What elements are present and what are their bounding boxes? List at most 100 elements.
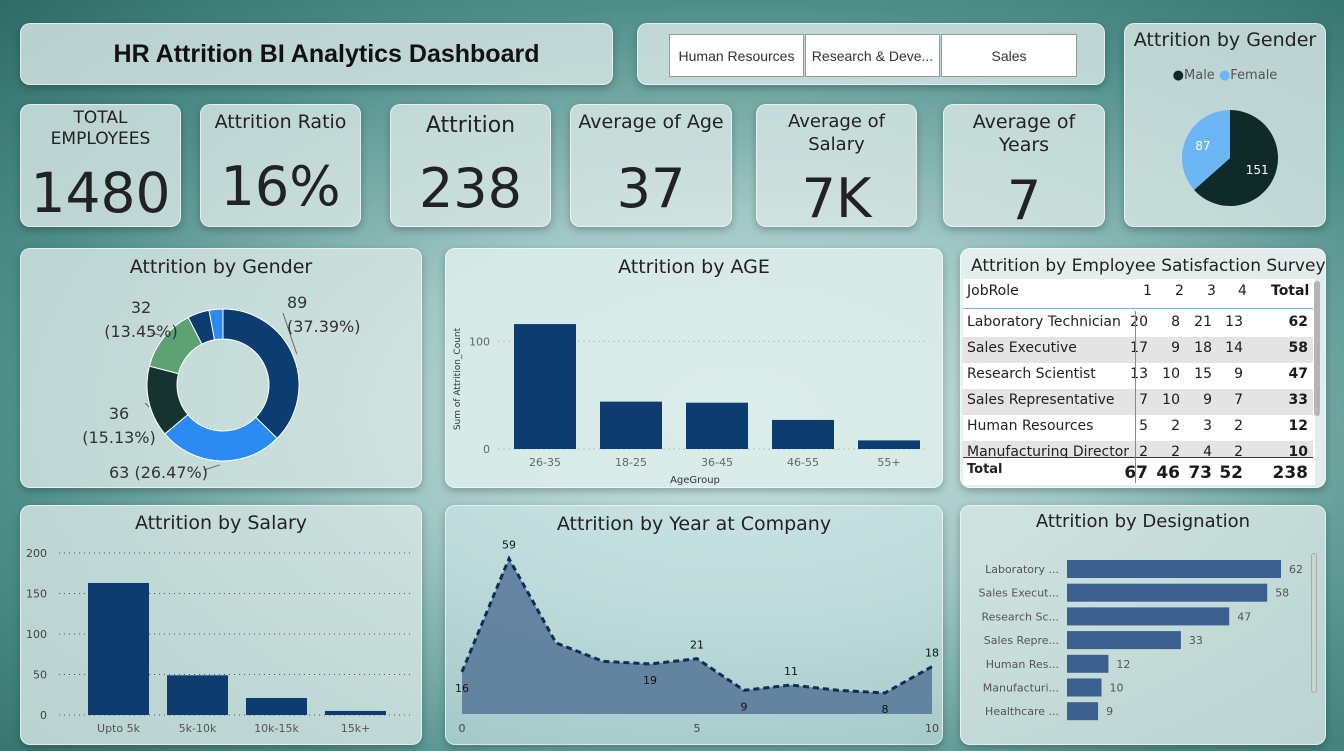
bar bbox=[772, 419, 834, 449]
area-data-label: 11 bbox=[784, 665, 798, 678]
matrix-cell: 13 bbox=[1225, 314, 1243, 330]
kpi-value: 7 bbox=[1006, 169, 1042, 227]
matrix-cell: 2 bbox=[1171, 418, 1180, 434]
slicer-option-human-resources[interactable]: Human Resources bbox=[669, 34, 804, 77]
designation-scrollbar[interactable] bbox=[1311, 553, 1317, 693]
kpi-label-line1: TOTAL bbox=[73, 108, 128, 128]
kpi-value: 1480 bbox=[30, 161, 171, 225]
table-row: Laboratory Technician 20 8 21 13 62 bbox=[963, 311, 1313, 337]
kpi-average-salary: Average of Salary 7K bbox=[756, 104, 917, 227]
matrix-separator bbox=[1135, 311, 1136, 483]
bar bbox=[686, 402, 748, 449]
matrix-row-label: Sales Executive bbox=[967, 340, 1077, 356]
matrix-column-header[interactable]: 2 bbox=[1175, 283, 1184, 299]
matrix-cell: 18 bbox=[1194, 340, 1212, 356]
matrix-total-cell: Total bbox=[967, 462, 1003, 477]
x-tick-label: 18-25 bbox=[615, 456, 647, 469]
bar-data-label: 12 bbox=[1116, 658, 1130, 671]
kpi-value: 16% bbox=[220, 155, 341, 218]
bar-data-label: 9 bbox=[1106, 705, 1113, 718]
bar bbox=[600, 401, 662, 449]
donut-data-label: (15.13%) bbox=[82, 428, 156, 447]
kpi-label-line2: Salary bbox=[808, 134, 865, 155]
bar bbox=[88, 582, 149, 715]
matrix-scrollbar[interactable] bbox=[1314, 281, 1320, 416]
y-tick-label: 100 bbox=[26, 628, 47, 641]
donut-slice bbox=[164, 413, 278, 462]
matrix-cell: 9 bbox=[1234, 366, 1243, 382]
designation-bar-chart: Laboratory ... 62 Sales Execut... 58 Researc… bbox=[979, 560, 1303, 721]
slicer-option-sales[interactable]: Sales bbox=[941, 34, 1077, 77]
matrix-row-label: Human Resources bbox=[967, 418, 1094, 434]
dashboard-title-card: HR Attrition BI Analytics Dashboard bbox=[20, 23, 613, 85]
kpi-value: 238 bbox=[418, 157, 523, 220]
pie-data-label: 151 bbox=[1246, 163, 1269, 177]
x-tick-label: 5k-10k bbox=[179, 722, 217, 735]
matrix-cell: 14 bbox=[1225, 340, 1243, 356]
area-data-label: 18 bbox=[925, 647, 939, 660]
satisfaction-matrix-card: Attrition by Employee Satisfaction Surve… bbox=[960, 248, 1326, 488]
matrix-table: JobRole 1 2 3 4 Total Laboratory Technician 20 8… bbox=[963, 279, 1315, 485]
kpi-attrition: Attrition 238 bbox=[390, 104, 551, 227]
bar bbox=[325, 710, 386, 715]
kpi-label-line1: Average of bbox=[788, 111, 885, 132]
area-fill bbox=[462, 558, 932, 714]
salary-bar-card: Attrition by Salary 0 50 100 150 200 Upto 5k 5… bbox=[20, 505, 422, 745]
area-data-label: 9 bbox=[741, 700, 748, 713]
department-slicer: Human Resources Research & Deve... Sales bbox=[637, 23, 1105, 85]
matrix-cell: 47 bbox=[1288, 366, 1308, 382]
matrix-cell: 15 bbox=[1194, 366, 1212, 382]
matrix-column-header[interactable]: 1 bbox=[1143, 283, 1152, 299]
matrix-total-cell: 67 bbox=[1124, 463, 1148, 483]
designation-bar-card: Attrition by Designation Laboratory ... 6… bbox=[960, 505, 1326, 745]
x-tick-label: 5 bbox=[694, 722, 701, 735]
y-tick-label: Sales Execut... bbox=[979, 587, 1060, 600]
y-tick-label: Manufacturi... bbox=[983, 682, 1059, 695]
table-row: Sales Representative 7 10 9 7 33 bbox=[963, 389, 1313, 415]
gender-pie-card: Attrition by Gender ●Male ●Female 151 87 bbox=[1124, 23, 1326, 227]
bar-data-label: 62 bbox=[1289, 563, 1303, 576]
kpi-label: Average of Age bbox=[578, 111, 724, 133]
bar-data-label: 10 bbox=[1110, 682, 1124, 695]
bar bbox=[1067, 631, 1181, 650]
slicer-option-research-development[interactable]: Research & Deve... bbox=[805, 34, 940, 77]
matrix-cell: 17 bbox=[1130, 340, 1148, 356]
y-axis-title: Sum of Attrition_Count bbox=[453, 327, 463, 430]
area-data-label: 19 bbox=[643, 674, 657, 687]
age-bar-chart: 0 100 26-35 18-25 36-45 46-55 55+ AgeGroup Sum o… bbox=[453, 324, 928, 486]
matrix-column-header[interactable]: 3 bbox=[1207, 283, 1216, 299]
matrix-cell: 3 bbox=[1203, 418, 1212, 434]
y-tick-label: Laboratory ... bbox=[985, 563, 1059, 576]
matrix-total-cell: 46 bbox=[1156, 463, 1180, 483]
area-data-label: 59 bbox=[502, 539, 516, 552]
x-tick-label: 0 bbox=[459, 722, 466, 735]
bar bbox=[1067, 678, 1102, 697]
matrix-column-header[interactable]: Total bbox=[1271, 283, 1309, 299]
bar bbox=[246, 697, 307, 715]
bar bbox=[1067, 702, 1099, 721]
kpi-label-line2: EMPLOYEES bbox=[50, 129, 151, 149]
matrix-cell: 8 bbox=[1171, 314, 1180, 330]
table-row: Human Resources 5 2 3 2 12 bbox=[963, 415, 1313, 441]
donut-data-label: 89 bbox=[287, 293, 307, 312]
matrix-cell: 9 bbox=[1203, 392, 1212, 408]
matrix-cell: 58 bbox=[1288, 340, 1308, 356]
matrix-column-header[interactable]: 4 bbox=[1238, 283, 1247, 299]
page-title: HR Attrition BI Analytics Dashboard bbox=[113, 39, 540, 68]
donut-data-label: (37.39%) bbox=[287, 317, 361, 336]
kpi-value: 7K bbox=[801, 167, 872, 227]
matrix-cell: 33 bbox=[1288, 392, 1308, 408]
matrix-cell: 2 bbox=[1234, 418, 1243, 434]
y-tick-label: 200 bbox=[26, 547, 47, 560]
bar bbox=[167, 675, 228, 715]
kpi-label-line1: Average of bbox=[972, 111, 1076, 133]
matrix-header-row: JobRole 1 2 3 4 Total bbox=[963, 279, 1313, 309]
bar bbox=[1067, 560, 1281, 578]
gender-donut-chart: 89 (37.39%) 63 (26.47%) 36 (15.13%) 32 (13.45%… bbox=[82, 293, 361, 482]
donut-data-label: 32 bbox=[131, 298, 151, 317]
donut-data-label: 63 (26.47%) bbox=[109, 463, 208, 482]
matrix-column-header[interactable]: JobRole bbox=[967, 283, 1019, 299]
kpi-total-employees: TOTAL EMPLOYEES 1480 bbox=[20, 104, 181, 227]
kpi-average-age: Average of Age 37 bbox=[570, 104, 732, 227]
y-tick-label: 50 bbox=[33, 669, 47, 682]
